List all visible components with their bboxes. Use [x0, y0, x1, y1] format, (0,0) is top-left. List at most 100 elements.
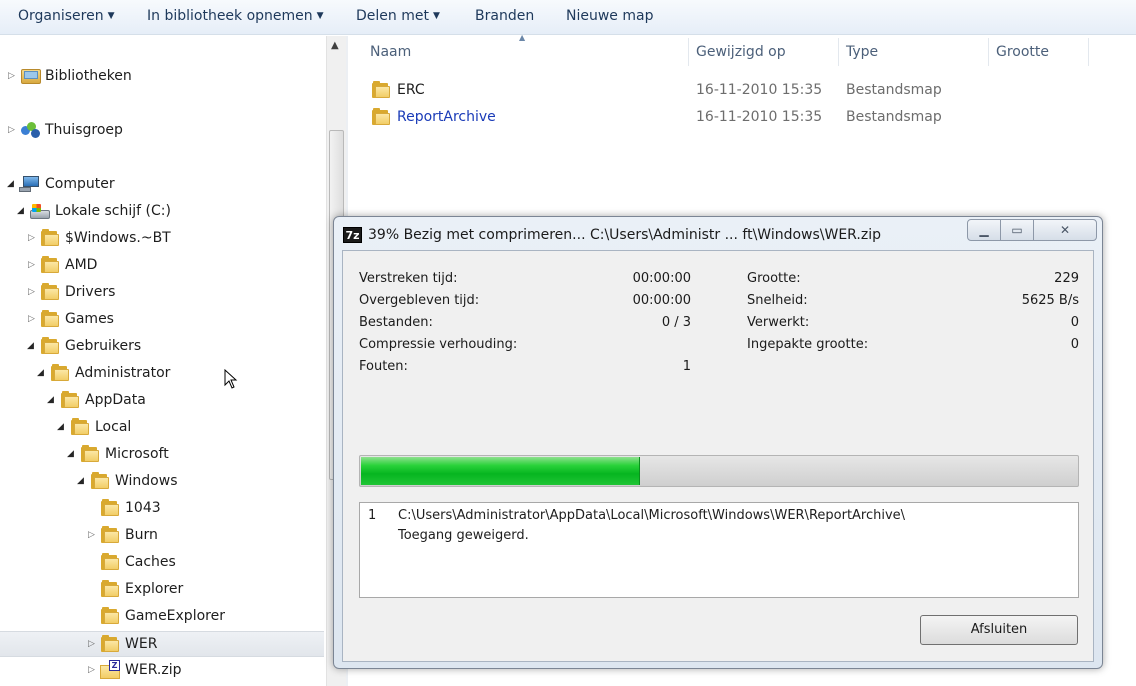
column-header-size[interactable]: Grootte	[996, 44, 1049, 76]
log-entry-message: Toegang geweigerd.	[398, 528, 529, 543]
nav-item-folder[interactable]: Explorer	[0, 577, 326, 603]
scroll-up-arrow-icon[interactable]: ▲	[331, 40, 339, 51]
nav-item-label: Local	[95, 419, 132, 435]
nav-item-folder[interactable]: ◢ Gebruikers	[0, 334, 326, 360]
nav-item-folder[interactable]: ◢ Windows	[0, 469, 326, 495]
collapse-arrow-icon[interactable]: ◢	[17, 205, 27, 217]
nav-item-label: Explorer	[125, 581, 184, 597]
nav-item-label: Burn	[125, 527, 158, 543]
nav-item-label: Bibliotheken	[45, 68, 132, 84]
files-value: 0 / 3	[661, 315, 691, 330]
file-modified: 16-11-2010 15:35	[696, 82, 823, 98]
column-header-modified[interactable]: Gewijzigd op	[696, 44, 786, 76]
nav-item-folder[interactable]: ◢ Administrator	[0, 361, 326, 387]
nav-item-label: GameExplorer	[125, 608, 225, 624]
folder-icon	[101, 553, 119, 570]
file-name: ReportArchive	[397, 109, 496, 125]
column-header-name[interactable]: Naam	[370, 44, 411, 76]
nav-item-label: Gebruikers	[65, 338, 142, 354]
collapse-arrow-icon[interactable]: ◢	[57, 421, 67, 433]
folder-icon	[101, 526, 119, 543]
expand-arrow-icon[interactable]: ▷	[28, 259, 38, 271]
file-type: Bestandsmap	[846, 109, 942, 125]
expand-arrow-icon[interactable]: ▷	[8, 124, 18, 136]
nav-item-label: Microsoft	[105, 446, 169, 462]
organize-menu[interactable]: Organiseren ▼	[18, 8, 115, 24]
processed-value: 0	[1070, 315, 1079, 330]
nav-item-label: $Windows.~BT	[65, 230, 171, 246]
nav-item-zip[interactable]: ▷ Z WER.zip	[0, 658, 326, 684]
sort-ascending-icon: ▲	[519, 33, 526, 42]
mouse-pointer-icon	[224, 369, 238, 389]
column-separator[interactable]	[838, 38, 839, 66]
nav-item-local-disk[interactable]: ◢ Lokale schijf (C:)	[0, 199, 326, 225]
expand-arrow-icon[interactable]: ▷	[28, 286, 38, 298]
folder-icon	[41, 256, 59, 273]
nav-item-homegroup[interactable]: ▷ Thuisgroep	[0, 118, 326, 144]
nav-item-folder[interactable]: GameExplorer	[0, 604, 326, 630]
folder-icon	[101, 580, 119, 597]
nav-item-folder-selected[interactable]: ▷ WER	[0, 631, 324, 657]
window-controls: ▁ ▭ ✕	[967, 219, 1097, 241]
folder-icon	[41, 229, 59, 246]
expand-arrow-icon[interactable]: ▷	[28, 232, 38, 244]
nav-item-folder[interactable]: ▷ AMD	[0, 253, 326, 279]
expand-arrow-icon[interactable]: ▷	[88, 664, 98, 676]
files-label: Bestanden:	[359, 315, 433, 330]
file-modified: 16-11-2010 15:35	[696, 109, 823, 125]
nav-item-folder[interactable]: ▷ Burn	[0, 523, 326, 549]
expand-arrow-icon[interactable]: ▷	[88, 638, 98, 650]
include-library-menu[interactable]: In bibliotheek opnemen ▼	[147, 8, 324, 24]
folder-icon	[41, 283, 59, 300]
nav-item-folder[interactable]: ◢ Microsoft	[0, 442, 326, 468]
nav-item-label: Games	[65, 311, 114, 327]
burn-button[interactable]: Branden	[475, 8, 534, 24]
maximize-button[interactable]: ▭	[1000, 219, 1034, 241]
nav-item-folder[interactable]: ▷ Games	[0, 307, 326, 333]
nav-item-folder[interactable]: ▷ $Windows.~BT	[0, 226, 326, 252]
nav-item-folder[interactable]: 1043	[0, 496, 326, 522]
remaining-value: 00:00:00	[632, 293, 691, 308]
minimize-button[interactable]: ▁	[967, 219, 1001, 241]
nav-item-libraries[interactable]: ▷ Bibliotheken	[0, 64, 326, 90]
computer-icon	[19, 176, 41, 193]
nav-item-label: Thuisgroep	[45, 122, 123, 138]
expand-arrow-icon[interactable]: ▷	[88, 529, 98, 541]
log-entry-number: 1	[368, 508, 377, 523]
new-folder-button[interactable]: Nieuwe map	[566, 8, 653, 24]
file-name: ERC	[397, 82, 425, 98]
dialog-title: 39% Bezig met comprimeren... C:\Users\Ad…	[368, 227, 881, 243]
folder-icon	[51, 364, 69, 381]
column-separator[interactable]	[1088, 38, 1089, 66]
nav-item-folder[interactable]: ▷ Drivers	[0, 280, 326, 306]
close-button[interactable]: Afsluiten	[920, 615, 1078, 645]
folder-icon	[101, 607, 119, 624]
include-library-label: In bibliotheek opnemen	[147, 8, 313, 24]
share-with-menu[interactable]: Delen met ▼	[356, 8, 440, 24]
nav-item-label: WER.zip	[125, 662, 182, 678]
collapse-arrow-icon[interactable]: ◢	[67, 448, 77, 460]
nav-item-computer[interactable]: ◢ Computer	[0, 172, 326, 198]
nav-item-folder[interactable]: ◢ Local	[0, 415, 326, 441]
file-row[interactable]: ReportArchive 16-11-2010 15:35 Bestandsm…	[366, 106, 1106, 130]
column-separator[interactable]	[688, 38, 689, 66]
file-row[interactable]: ERC 16-11-2010 15:35 Bestandsmap	[366, 79, 1106, 103]
collapse-arrow-icon[interactable]: ◢	[77, 475, 87, 487]
nav-item-label: Drivers	[65, 284, 116, 300]
error-log[interactable]: 1 C:\Users\Administrator\AppData\Local\M…	[359, 502, 1079, 598]
nav-item-folder[interactable]: ◢ AppData	[0, 388, 326, 414]
collapse-arrow-icon[interactable]: ◢	[7, 178, 17, 190]
folder-icon	[41, 310, 59, 327]
expand-arrow-icon[interactable]: ▷	[28, 313, 38, 325]
collapse-arrow-icon[interactable]: ◢	[47, 394, 57, 406]
collapse-arrow-icon[interactable]: ◢	[27, 340, 37, 352]
folder-icon	[101, 635, 119, 652]
size-value: 229	[1054, 271, 1079, 286]
column-separator[interactable]	[988, 38, 989, 66]
share-with-label: Delen met	[356, 8, 429, 24]
column-header-type[interactable]: Type	[846, 44, 878, 76]
nav-item-folder[interactable]: Caches	[0, 550, 326, 576]
collapse-arrow-icon[interactable]: ◢	[37, 367, 47, 379]
expand-arrow-icon[interactable]: ▷	[8, 70, 18, 82]
close-window-button[interactable]: ✕	[1033, 219, 1097, 241]
